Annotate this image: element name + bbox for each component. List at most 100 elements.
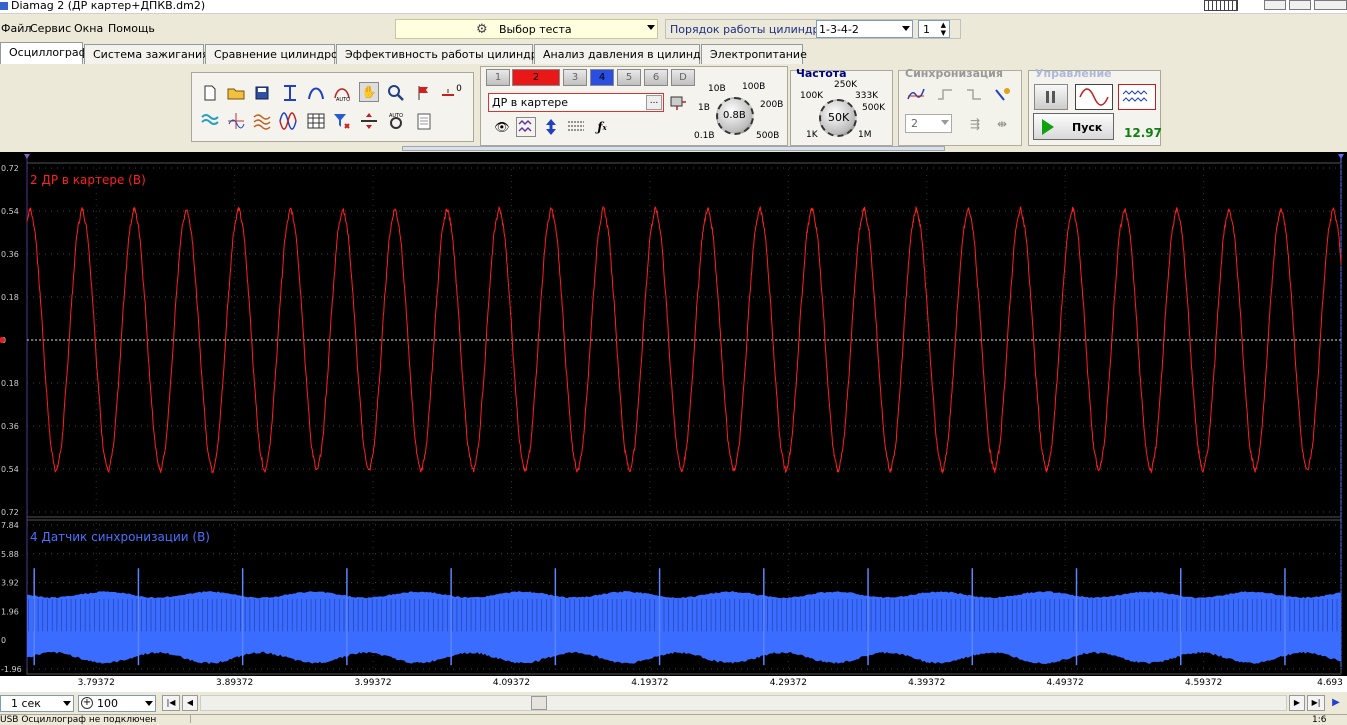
close-button[interactable] [1314,0,1347,10]
curve-icon[interactable] [306,83,326,103]
split-vertical-icon[interactable] [359,111,379,131]
tab-cylinder-efficiency[interactable]: Эффективность работы цилиндров [336,44,551,64]
restore-button[interactable] [1289,0,1311,10]
time-scrollbar[interactable] [200,695,1287,711]
sensor-probe-icon[interactable] [668,93,688,113]
channel-2-button[interactable]: 2 [512,69,560,86]
volt-mark-0-1: 0.1В [694,131,715,141]
eye-icon[interactable]: 👁 [492,117,512,137]
marker-flag-icon[interactable] [414,83,434,103]
vertical-offset-icon[interactable] [541,117,561,137]
tab-power[interactable]: Электропитание [701,44,807,64]
more-dots-button[interactable]: ... [646,95,662,110]
channel-name-field[interactable]: ДР в картере ... [488,93,664,112]
sync-probe-icon[interactable] [992,85,1012,105]
plot1-ytick: 0.72 [1,164,19,173]
keyboard-icon[interactable] [1204,0,1238,11]
table-icon[interactable] [306,111,326,131]
test-select-label: Выбор теста [499,23,572,36]
sync-front-up-icon[interactable] [935,85,955,105]
x-tick-label: 3.89372 [216,678,254,688]
start-button-label: Пуск [1072,121,1103,134]
voltage-knob[interactable]: 0.8В [716,97,754,135]
channel-4-button[interactable]: 4 [590,69,614,86]
single-wave-mode-button[interactable] [1075,84,1113,110]
tab-cylinder-compare[interactable]: Сравнение цилиндров [205,44,344,64]
test-select[interactable]: ⚙ Выбор теста [395,19,658,39]
open-folder-icon[interactable] [226,83,246,103]
sync-width-icon[interactable]: ⇼ [992,114,1012,134]
volt-mark-10: 10В [708,84,726,94]
menu-help[interactable]: Помощь [108,22,155,35]
grid-lines-icon[interactable] [566,117,586,137]
sync-rising-icon[interactable] [906,85,926,105]
zero-offset-icon[interactable]: 0 [438,83,464,103]
cyl-order-select[interactable]: 1-3-4-2 [816,20,913,38]
sync-channel-value: 2 [911,117,918,130]
tab-ignition[interactable]: Система зажигания [84,44,209,64]
scroll-right-button[interactable]: ▶ [1289,695,1305,711]
sync-level-icon[interactable]: ⇶ [965,114,985,134]
plot2-ytick: 7.84 [1,521,19,530]
menu-service[interactable]: Сервис [30,22,71,35]
channel-d-button[interactable]: D [671,69,695,86]
menu-windows[interactable]: Окна [74,22,103,35]
scrollbar-thumb[interactable] [531,696,547,710]
multi-wave-mode-button[interactable] [1118,84,1156,110]
function-icon[interactable]: ƒx [592,117,612,137]
scroll-start-button[interactable]: |◀ [162,695,180,711]
oscilloscope-area[interactable]: 0.72 0.54 0.36 0.18 0 0.18 0.36 0.54 0.72 7.84 5.8… [0,152,1347,692]
gear-icon: ⚙ [476,22,488,37]
invert-wave-icon[interactable] [516,117,536,137]
timebase-value: 1 сек [11,697,41,710]
svg-text:AUTO: AUTO [336,97,350,102]
plot1-ytick: 0.54 [1,207,19,216]
measure-vertical-icon[interactable] [280,83,300,103]
tab-oscilloscope[interactable]: Осциллограф [0,42,88,64]
hand-tool-icon[interactable]: ✋ [359,82,379,102]
x-tick-label: 4.19372 [631,678,669,688]
filter-icon[interactable] [332,111,352,131]
scroll-end-button[interactable]: ▶| [1307,695,1325,711]
save-icon[interactable] [252,83,272,103]
new-file-icon[interactable] [200,83,220,103]
channel-5-button[interactable]: 5 [617,69,641,86]
channel-1-button[interactable]: 1 [486,69,510,86]
sync-channel-select[interactable]: 2 [905,114,952,133]
pause-button[interactable] [1034,84,1068,110]
timebase-select[interactable]: 1 сек [0,695,74,712]
frequency-knob[interactable]: 50K [819,99,857,137]
play-forward-icon[interactable]: ▶ [1327,695,1345,711]
waves-phase-icon[interactable] [278,111,298,131]
menu-file[interactable]: Файл [1,22,31,35]
channel-3-button[interactable]: 3 [563,69,587,86]
waves-multi-icon[interactable] [252,111,272,131]
splitter-handle[interactable] [402,146,945,151]
notepad-icon[interactable] [414,111,434,131]
chevron-down-icon [941,120,949,125]
zoom-select[interactable]: + 100 [78,695,156,712]
cyl-order-label: Порядок работы цилиндров [670,23,833,36]
cyl-count-value: 1 [923,23,930,36]
minimize-button[interactable] [1264,0,1286,10]
channel-6-button[interactable]: 6 [644,69,668,86]
sync-front-down-icon[interactable] [964,85,984,105]
zero-offset-label: 0 [456,83,462,94]
plot2-ytick: 0 [1,636,6,645]
cyl-order-group: Порядок работы цилиндров 1-3-4-2 1 ▲ ▼ [665,19,961,39]
cursor-cross-icon[interactable] [226,111,246,131]
freq-mark-100k: 100K [800,91,824,101]
volt-mark-1: 1В [698,103,710,113]
start-button[interactable]: Пуск [1033,113,1114,140]
channels-stack-icon[interactable] [200,111,220,131]
freq-mark-1k: 1K [806,130,818,140]
cursor-left-marker [24,154,30,159]
zoom-icon[interactable] [386,83,406,103]
x-tick-label: 3.99372 [354,678,392,688]
auto-settings-icon[interactable]: AUTO [386,111,406,131]
tab-pressure-analysis[interactable]: Анализ давления в цилиндре [534,44,714,64]
auto-scale-icon[interactable]: AUTO [332,83,352,103]
scroll-left-button[interactable]: ◀ [182,695,198,711]
x-tick-label: 4.49372 [1046,678,1084,688]
cyl-count-spinner[interactable]: 1 ▲ ▼ [918,20,950,38]
